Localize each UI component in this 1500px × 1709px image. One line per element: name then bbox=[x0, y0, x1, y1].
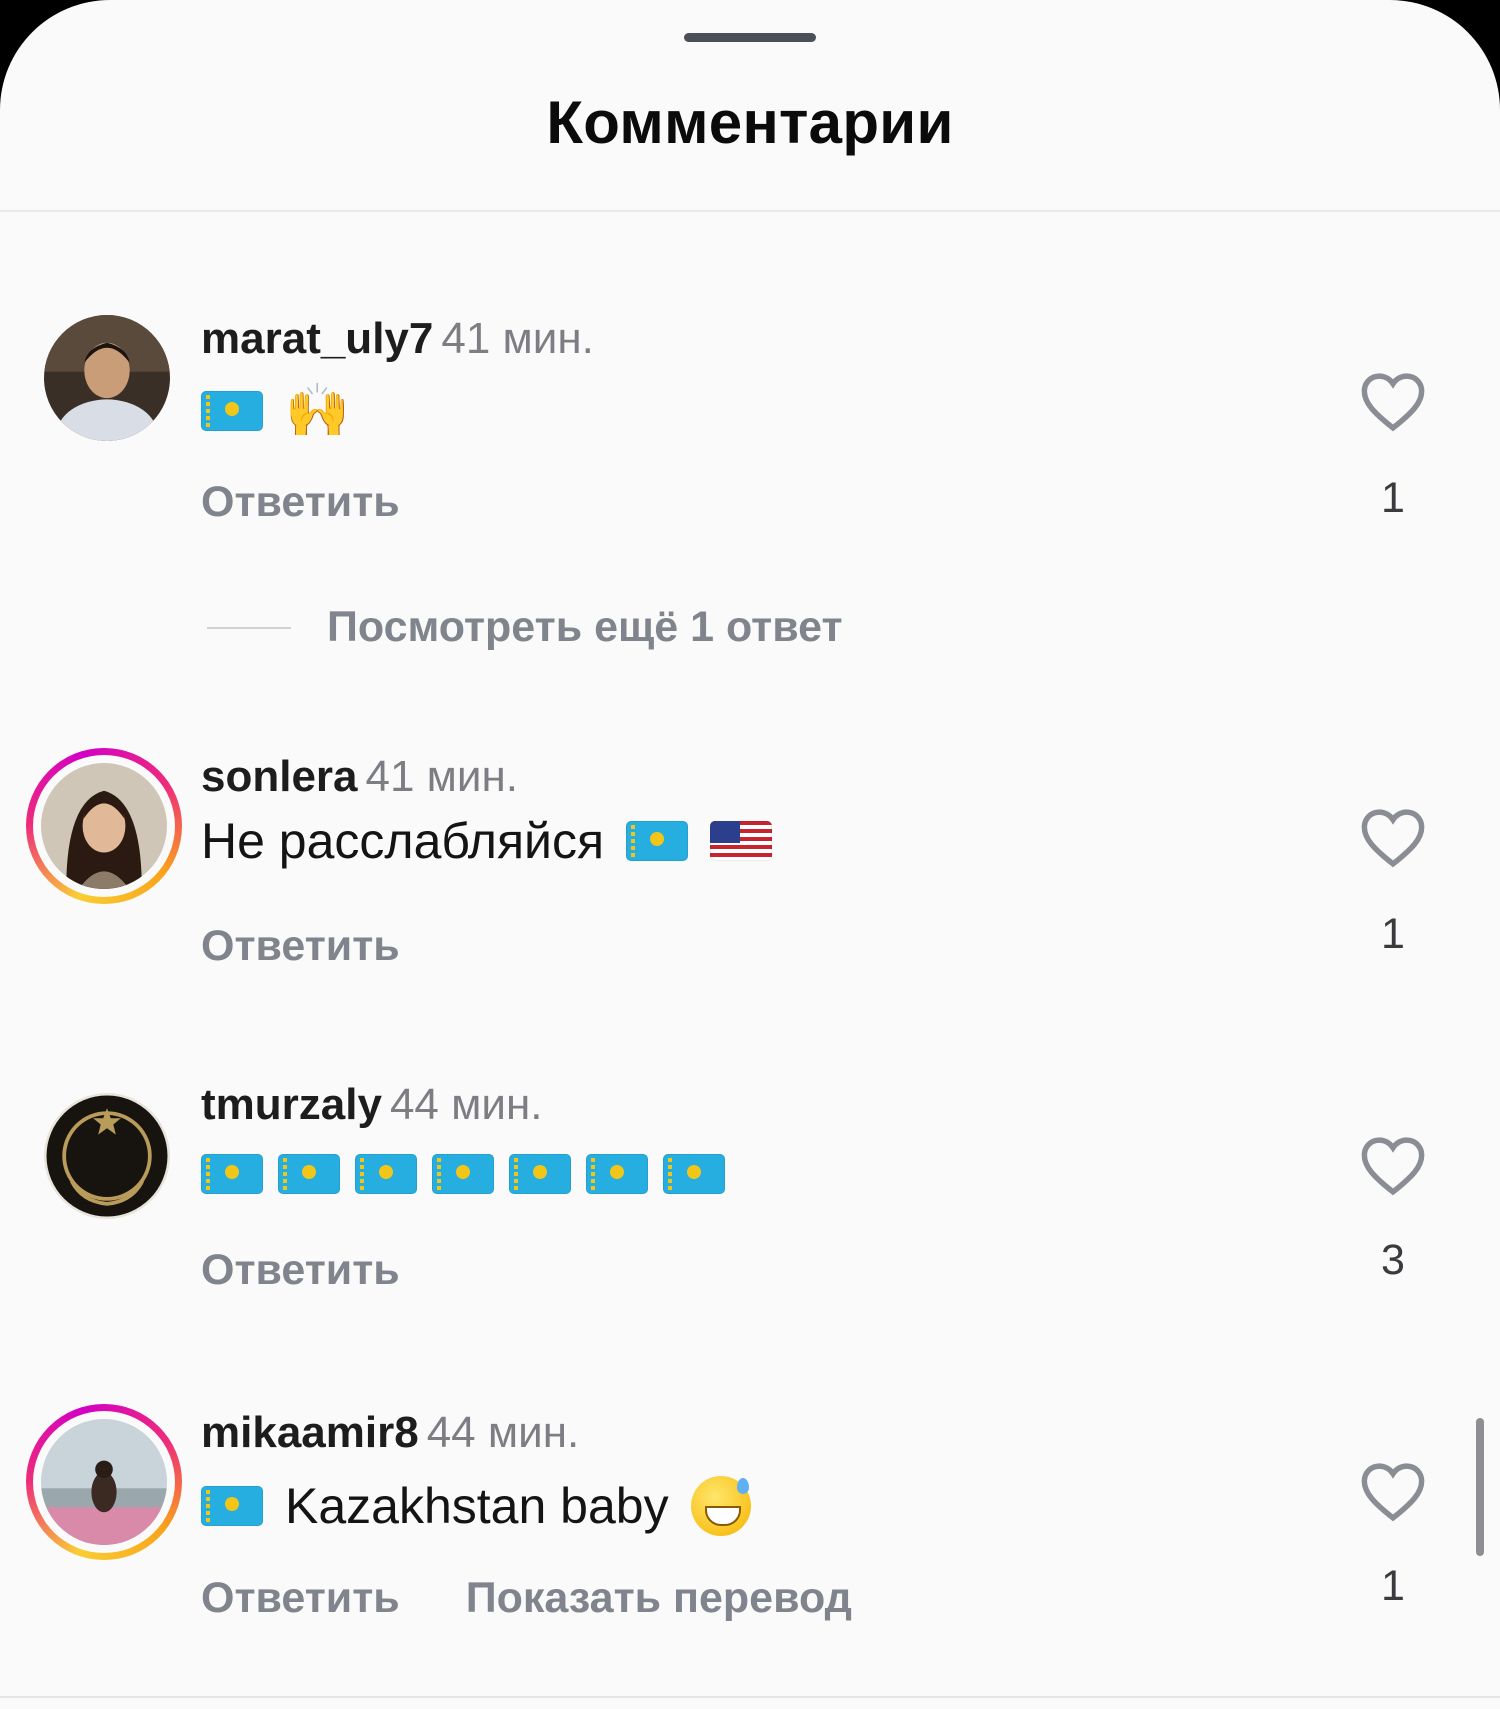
comment-time: 44 мин. bbox=[426, 1408, 580, 1457]
avatar-image bbox=[41, 1419, 167, 1545]
grinning-face-with-sweat-icon bbox=[690, 1476, 751, 1536]
comment-username[interactable]: marat_uly7 bbox=[201, 314, 433, 363]
comment-actions: Ответить bbox=[201, 1246, 400, 1295]
flag-kazakhstan-icon bbox=[626, 821, 689, 861]
comment-username[interactable]: mikaamir8 bbox=[201, 1408, 419, 1457]
comment-actions: Ответить bbox=[201, 922, 400, 971]
avatar-marat-uly7[interactable] bbox=[29, 300, 185, 456]
avatar-mikaamir8[interactable] bbox=[26, 1404, 182, 1560]
comment-meta: sonlera 41 мин. bbox=[201, 752, 518, 802]
like-count: 1 bbox=[1381, 1562, 1405, 1610]
like-count: 1 bbox=[1381, 474, 1405, 522]
reply-button[interactable]: Ответить bbox=[201, 1246, 400, 1295]
comment-text-content: Не расслабляйся bbox=[201, 813, 605, 869]
comment-meta: marat_uly7 41 мин. bbox=[201, 314, 594, 364]
like-button[interactable] bbox=[1352, 1462, 1434, 1522]
sheet-title: Комментарии bbox=[546, 89, 954, 156]
like-button[interactable] bbox=[1352, 1136, 1434, 1196]
flag-kazakhstan-icon bbox=[432, 1154, 494, 1194]
comment-text bbox=[201, 1154, 725, 1194]
avatar-image bbox=[44, 315, 170, 441]
comment-text: Не расслабляйся bbox=[201, 812, 773, 870]
sheet-grabber-handle[interactable] bbox=[684, 33, 816, 42]
avatar-tmurzaly[interactable] bbox=[29, 1078, 185, 1234]
reply-button[interactable]: Ответить bbox=[201, 1574, 400, 1623]
heart-outline-icon bbox=[1361, 1137, 1425, 1196]
reply-thread-line bbox=[207, 626, 291, 629]
comment-text: Kazakhstan baby bbox=[201, 1476, 751, 1536]
comment-time: 41 мин. bbox=[441, 314, 594, 363]
view-more-replies-label[interactable]: Посмотреть ещё 1 ответ bbox=[327, 603, 843, 652]
flag-kazakhstan-icon bbox=[201, 390, 263, 431]
comment-text-content: Kazakhstan baby bbox=[285, 1478, 669, 1534]
header-divider bbox=[0, 210, 1500, 212]
comment-actions: Ответить bbox=[201, 478, 400, 527]
heart-outline-icon bbox=[1361, 809, 1425, 868]
comment-meta: tmurzaly 44 мин. bbox=[201, 1080, 542, 1130]
avatar-sonlera[interactable] bbox=[26, 748, 182, 904]
comment-username[interactable]: tmurzaly bbox=[201, 1080, 382, 1129]
bottom-divider bbox=[0, 1696, 1500, 1698]
flag-united-states-icon bbox=[710, 821, 773, 861]
flag-kazakhstan-icon bbox=[201, 1486, 263, 1526]
raising-hands-icon: 🙌 bbox=[285, 382, 350, 440]
comment-meta: mikaamir8 44 мин. bbox=[201, 1408, 579, 1458]
flag-kazakhstan-icon bbox=[201, 1154, 263, 1194]
comment-time: 41 мин. bbox=[365, 752, 519, 801]
like-count: 1 bbox=[1381, 910, 1405, 958]
flag-kazakhstan-icon bbox=[355, 1154, 417, 1194]
like-button[interactable] bbox=[1352, 808, 1434, 868]
reply-button[interactable]: Ответить bbox=[201, 478, 400, 527]
comment-actions: Ответить Показать перевод bbox=[201, 1574, 852, 1623]
heart-outline-icon bbox=[1361, 373, 1425, 432]
show-translation-button[interactable]: Показать перевод bbox=[466, 1574, 852, 1623]
view-more-replies[interactable]: Посмотреть ещё 1 ответ bbox=[207, 603, 843, 652]
like-count: 3 bbox=[1381, 1236, 1405, 1284]
comment-text: 🙌 bbox=[201, 380, 350, 441]
comments-sheet: Комментарии marat_uly7 41 мин. 🙌 Ответить bbox=[0, 0, 1500, 1709]
flag-kazakhstan-icon bbox=[509, 1154, 571, 1194]
flag-kazakhstan-icon bbox=[663, 1154, 725, 1194]
reply-button[interactable]: Ответить bbox=[201, 922, 400, 971]
scrollbar[interactable] bbox=[1476, 1418, 1484, 1556]
avatar-image bbox=[44, 1093, 170, 1219]
like-button[interactable] bbox=[1352, 372, 1434, 432]
avatar-image bbox=[41, 763, 167, 889]
flag-kazakhstan-icon bbox=[278, 1154, 340, 1194]
comment-username[interactable]: sonlera bbox=[201, 752, 358, 801]
heart-outline-icon bbox=[1361, 1463, 1425, 1522]
comment-time: 44 мин. bbox=[389, 1080, 543, 1129]
flag-kazakhstan-icon bbox=[586, 1154, 648, 1194]
